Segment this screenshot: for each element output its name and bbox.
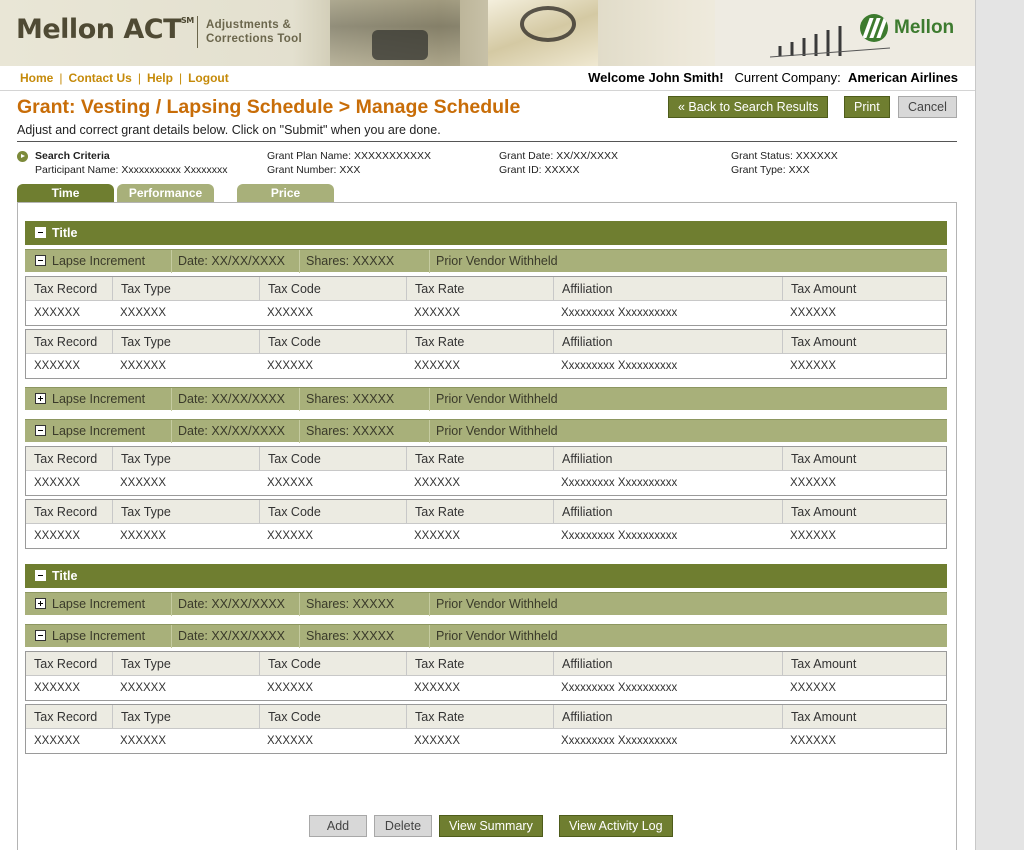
criteria-grant-date: Grant Date: XX/XX/XXXX — [499, 150, 619, 162]
table-row[interactable]: XXXXXX XXXXXX XXXXXX XXXXXX Xxxxxxxxx Xxxxxx… — [26, 471, 946, 495]
lapse-increment-bar[interactable]: Lapse Increment Date: XX/XX/XXXX Shares:… — [25, 249, 947, 273]
tax-table-header: Tax Record Tax Type Tax Code Tax Rate Affili… — [26, 652, 946, 676]
nav-home-link[interactable]: Home — [20, 71, 53, 85]
tax-table: Tax Record Tax Type Tax Code Tax Rate Affili… — [25, 651, 947, 701]
criteria-plan-name: Grant Plan Name: XXXXXXXXXXX — [267, 150, 431, 162]
nav-contact-link[interactable]: Contact Us — [68, 71, 131, 85]
tax-table-header: Tax Record Tax Type Tax Code Tax Rate Affili… — [26, 277, 946, 301]
tax-table-header: Tax Record Tax Type Tax Code Tax Rate Affili… — [26, 447, 946, 471]
tax-table: Tax Record Tax Type Tax Code Tax Rate Affili… — [25, 704, 947, 754]
collapse-icon[interactable] — [35, 255, 46, 266]
lapse-increment-bar[interactable]: Lapse Increment Date: XX/XX/XXXX Shares:… — [25, 592, 947, 616]
table-row[interactable]: XXXXXX XXXXXX XXXXXX XXXXXX Xxxxxxxxx Xxxxxx… — [26, 301, 946, 325]
criteria-grant-type: Grant Type: XXX — [731, 164, 810, 176]
nav-help-link[interactable]: Help — [147, 71, 173, 85]
criteria-heading: Search Criteria — [35, 150, 110, 162]
app-logo: Mellon ACTSM — [16, 14, 194, 45]
section-title-bar[interactable]: Title — [25, 564, 947, 588]
app-tagline: Adjustments & Corrections Tool — [206, 19, 302, 45]
collapse-icon[interactable] — [35, 227, 46, 238]
criteria-grant-number: Grant Number: XXX — [267, 164, 361, 176]
phone-image — [372, 30, 428, 60]
welcome-text: Welcome John Smith! Current Company: Ame… — [588, 70, 958, 85]
tax-table-header: Tax Record Tax Type Tax Code Tax Rate Affili… — [26, 330, 946, 354]
print-button[interactable]: Print — [844, 96, 890, 118]
tab-price[interactable]: Price — [237, 184, 334, 203]
section-title-bar[interactable]: Title — [25, 221, 947, 245]
header-banner: Mellon ACTSM Adjustments & Corrections T… — [0, 0, 975, 66]
collapse-icon[interactable] — [35, 425, 46, 436]
mellon-logo: Mellon — [860, 14, 954, 42]
criteria-participant: Participant Name: Xxxxxxxxxxx Xxxxxxxx — [35, 164, 228, 176]
criteria-grant-id: Grant ID: XXXXX — [499, 164, 580, 176]
table-row[interactable]: XXXXXX XXXXXX XXXXXX XXXXXX Xxxxxxxxx Xxxxxx… — [26, 354, 946, 378]
back-to-search-button[interactable]: « Back to Search Results — [668, 96, 829, 118]
tax-table-header: Tax Record Tax Type Tax Code Tax Rate Affili… — [26, 705, 946, 729]
search-criteria: Search Criteria Participant Name: Xxxxxx… — [17, 149, 957, 179]
scrollbar[interactable] — [975, 0, 1024, 850]
add-button[interactable]: Add — [309, 815, 367, 837]
mellon-mark-icon — [860, 14, 888, 42]
expand-icon[interactable] — [35, 393, 46, 404]
expand-icon[interactable] — [35, 598, 46, 609]
tab-performance[interactable]: Performance — [117, 184, 214, 203]
page-subtitle: Adjust and correct grant details below. … — [17, 123, 441, 137]
nav-links: Home | Contact Us | Help | Logout — [20, 71, 229, 85]
table-row[interactable]: XXXXXX XXXXXX XXXXXX XXXXXX Xxxxxxxxx Xxxxxx… — [26, 524, 946, 548]
collapse-icon[interactable] — [35, 630, 46, 641]
logo-divider — [197, 16, 198, 48]
tax-table: Tax Record Tax Type Tax Code Tax Rate Affili… — [25, 276, 947, 326]
lapse-increment-bar[interactable]: Lapse Increment Date: XX/XX/XXXX Shares:… — [25, 419, 947, 443]
criteria-grant-status: Grant Status: XXXXXX — [731, 150, 838, 162]
top-nav: Home | Contact Us | Help | Logout Welcome John… — [0, 66, 975, 91]
tax-table: Tax Record Tax Type Tax Code Tax Rate Affili… — [25, 329, 947, 379]
view-summary-button[interactable]: View Summary — [439, 815, 543, 837]
table-row[interactable]: XXXXXX XXXXXX XXXXXX XXXXXX Xxxxxxxxx Xxxxxx… — [26, 676, 946, 700]
delete-button[interactable]: Delete — [374, 815, 432, 837]
page-title: Grant: Vesting / Lapsing Schedule > Mana… — [17, 96, 521, 118]
cancel-button[interactable]: Cancel — [898, 96, 957, 118]
tax-table: Tax Record Tax Type Tax Code Tax Rate Affili… — [25, 446, 947, 496]
title-divider — [17, 141, 957, 142]
view-activity-log-button[interactable]: View Activity Log — [559, 815, 673, 837]
lapse-increment-bar[interactable]: Lapse Increment Date: XX/XX/XXXX Shares:… — [25, 624, 947, 648]
collapse-icon[interactable] — [35, 570, 46, 581]
tab-time[interactable]: Time — [17, 184, 114, 203]
lapse-increment-bar[interactable]: Lapse Increment Date: XX/XX/XXXX Shares:… — [25, 387, 947, 411]
criteria-arrow-icon — [17, 151, 28, 162]
tax-table: Tax Record Tax Type Tax Code Tax Rate Affili… — [25, 499, 947, 549]
tax-table-header: Tax Record Tax Type Tax Code Tax Rate Affili… — [26, 500, 946, 524]
nav-logout-link[interactable]: Logout — [188, 71, 229, 85]
page: Mellon ACTSM Adjustments & Corrections T… — [0, 0, 975, 850]
table-row[interactable]: XXXXXX XXXXXX XXXXXX XXXXXX Xxxxxxxxx Xxxxxx… — [26, 729, 946, 753]
glasses-image — [520, 6, 576, 42]
